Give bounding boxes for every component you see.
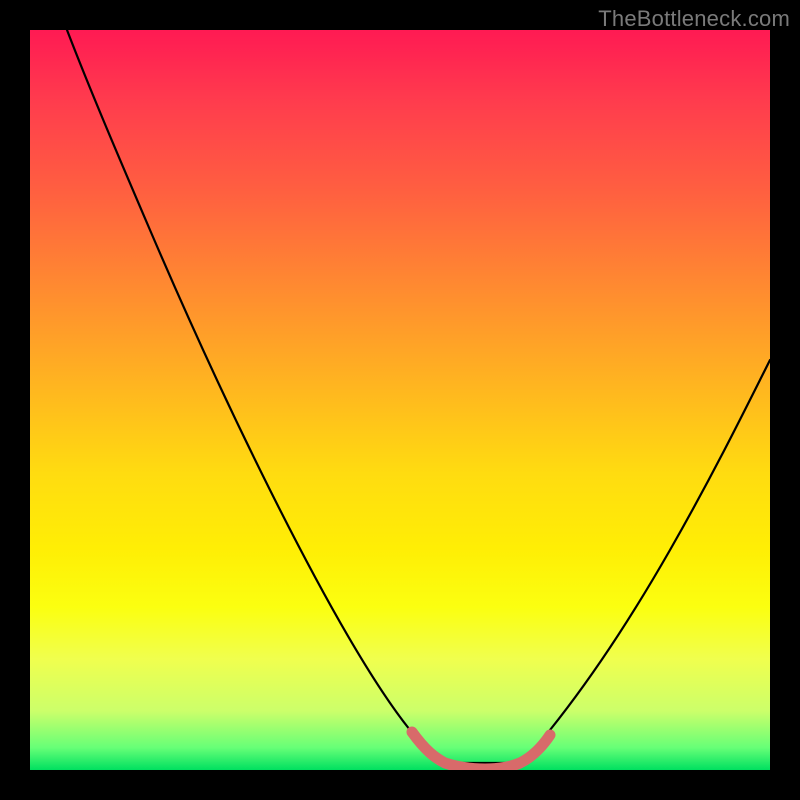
bottleneck-curve-path: [67, 30, 770, 763]
optimal-zone-path: [412, 732, 550, 769]
plot-area: [30, 30, 770, 770]
chart-frame: TheBottleneck.com: [0, 0, 800, 800]
watermark-text: TheBottleneck.com: [598, 6, 790, 32]
curve-svg: [30, 30, 770, 770]
